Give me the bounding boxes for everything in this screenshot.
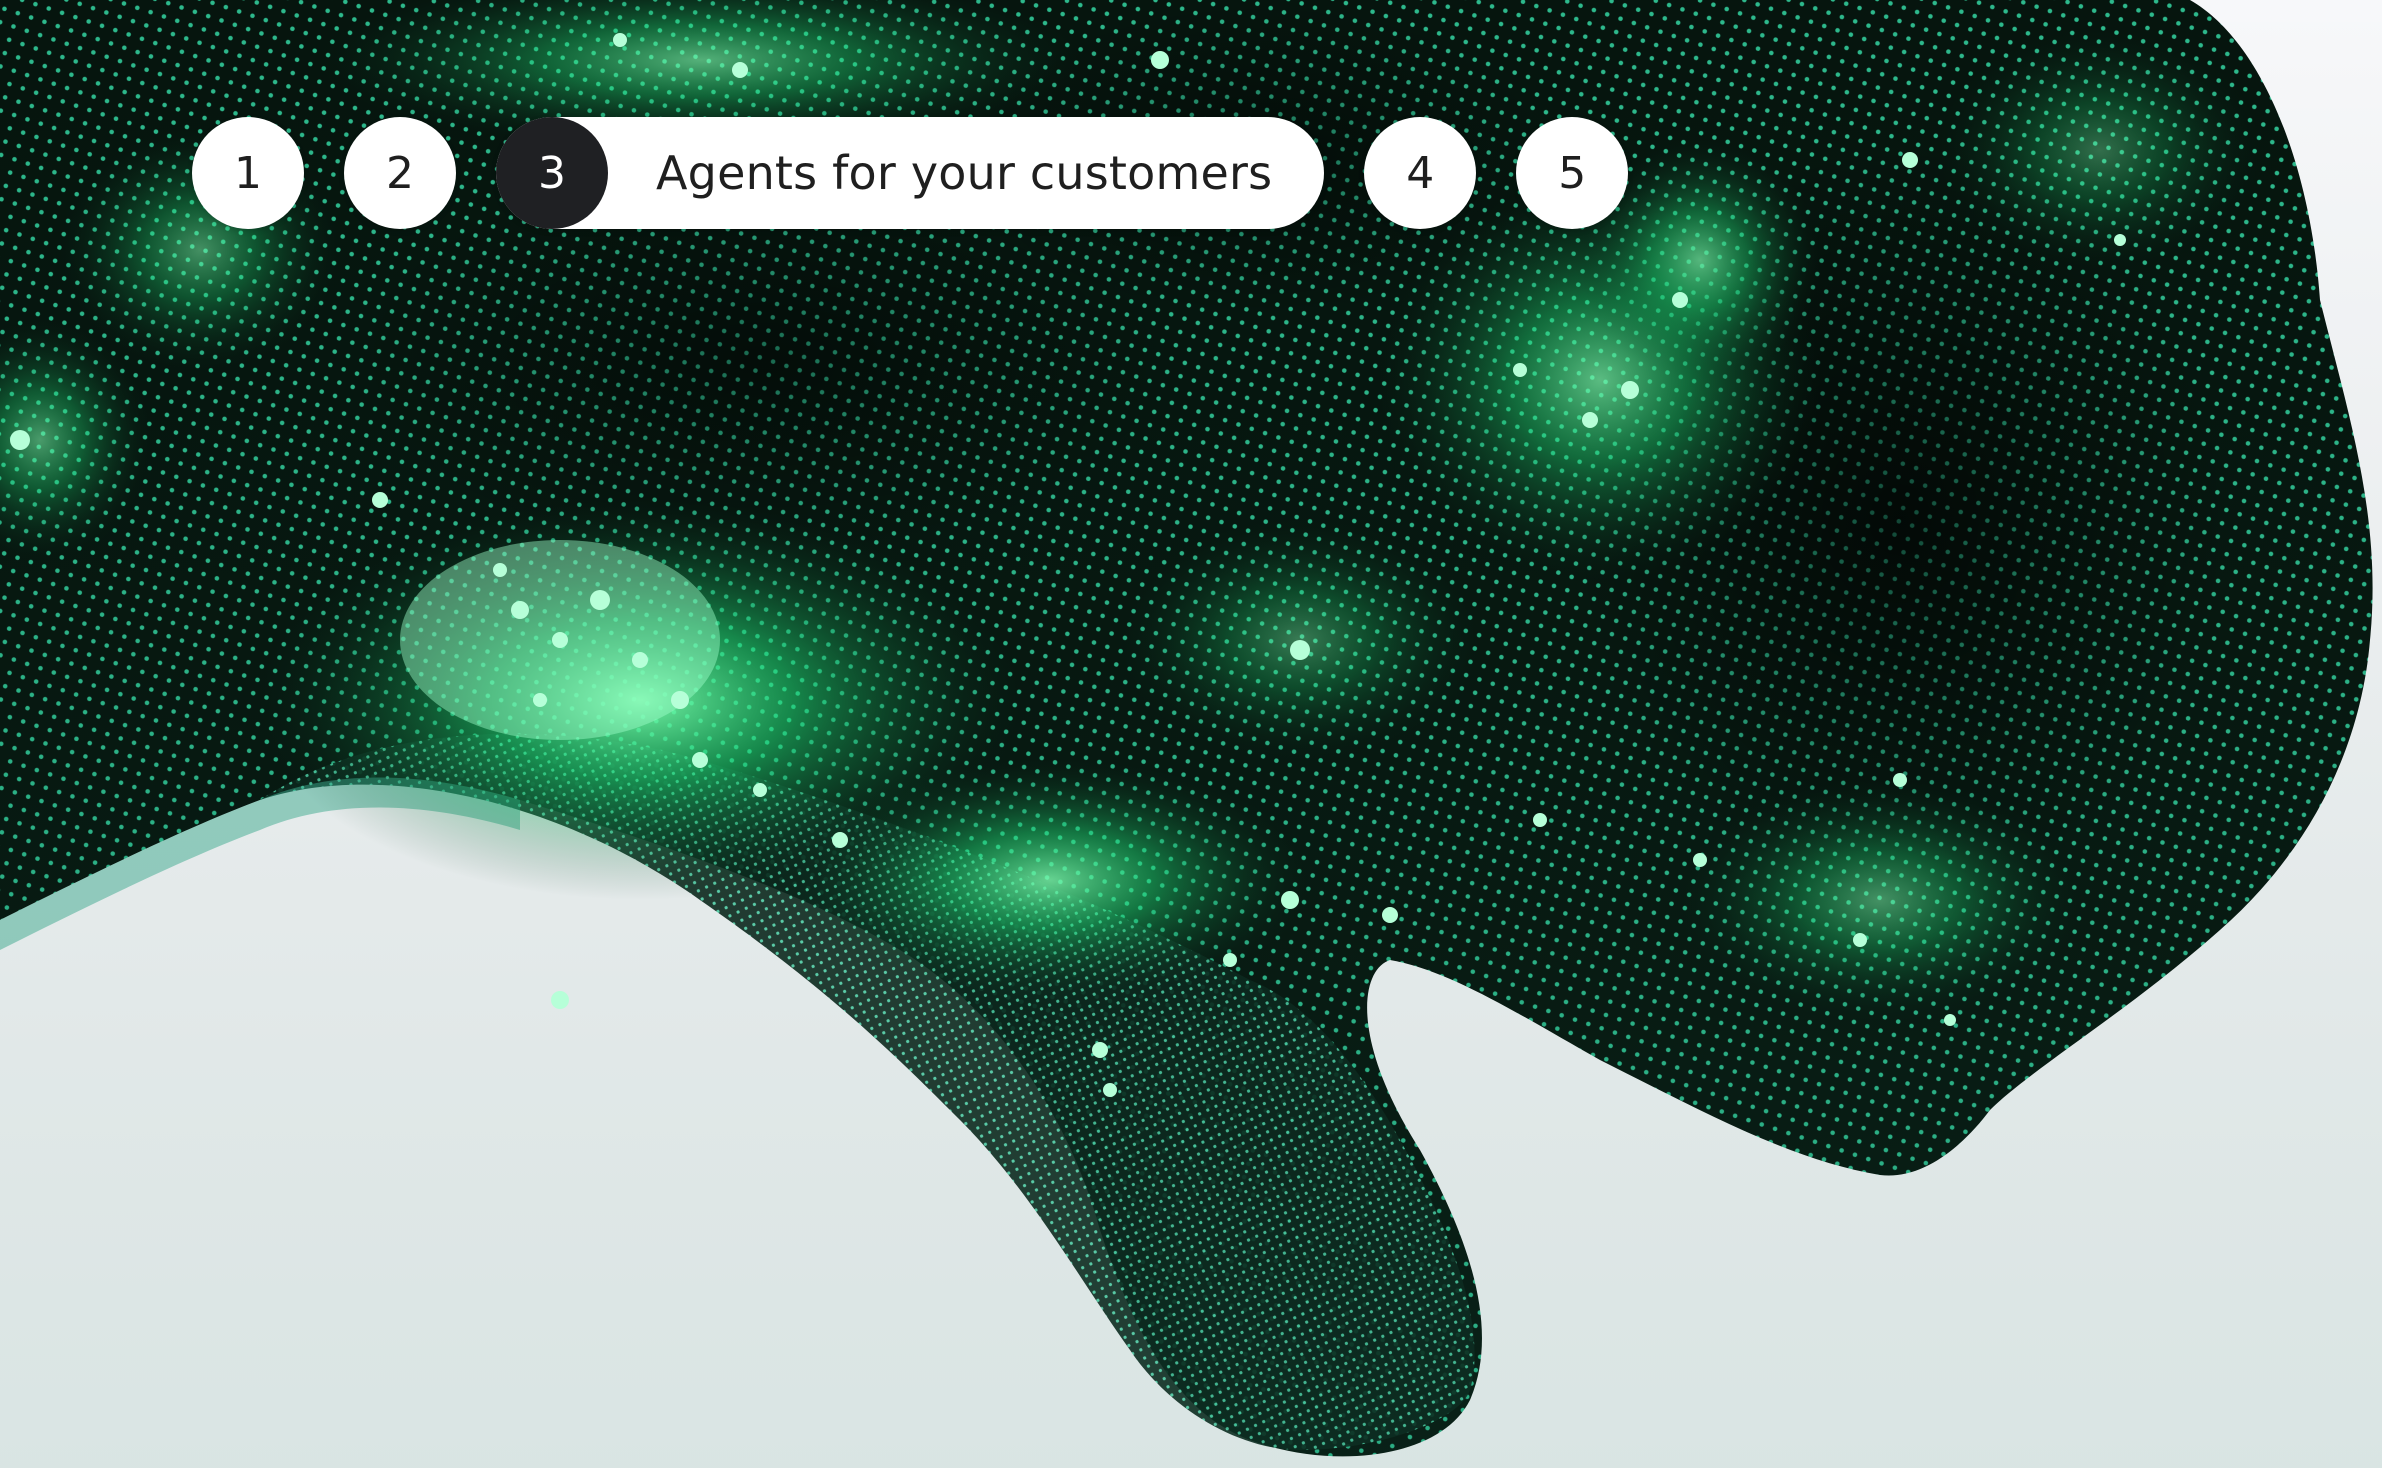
hero-section: 1 2 3 Agents for your customers 4 5	[0, 0, 2382, 1468]
step-2-button[interactable]: 2	[344, 117, 456, 229]
step-number: 2	[386, 147, 414, 199]
step-3-button-active[interactable]: 3 Agents for your customers	[496, 117, 1325, 229]
step-label: Agents for your customers	[656, 146, 1273, 200]
step-number: 1	[234, 147, 262, 199]
step-number: 4	[1406, 147, 1435, 199]
step-5-button[interactable]: 5	[1516, 117, 1629, 229]
step-number: 5	[1558, 147, 1587, 199]
step-1-button[interactable]: 1	[192, 117, 304, 229]
section-stepper: 1 2 3 Agents for your customers 4 5	[192, 117, 1629, 229]
step-4-button[interactable]: 4	[1364, 117, 1477, 229]
step-number: 3	[496, 117, 608, 229]
